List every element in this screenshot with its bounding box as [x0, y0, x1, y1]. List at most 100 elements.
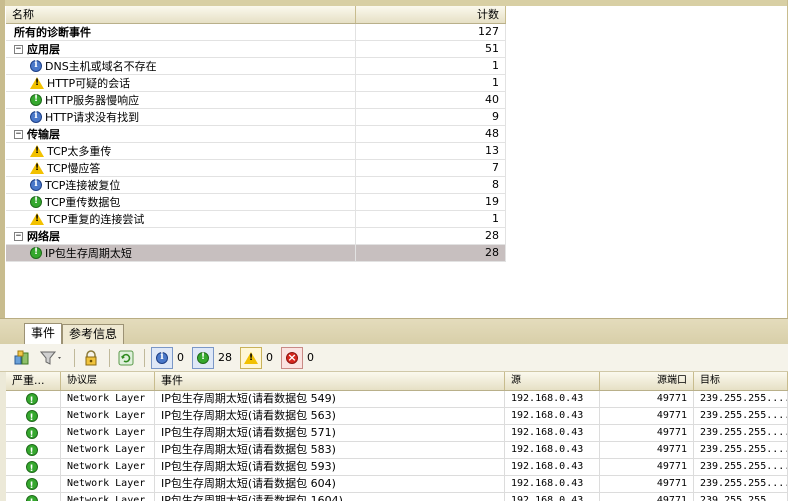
cell-event: IP包生存周期太短(请看数据包 571)	[155, 425, 505, 441]
table-row[interactable]: Network Layer IP包生存周期太短(请看数据包 563) 192.1…	[6, 408, 788, 425]
column-header-event[interactable]: 事件	[155, 372, 505, 390]
cell-protocol: Network Layer	[61, 391, 155, 407]
collapse-toggle[interactable]: −	[14, 129, 23, 139]
toolbar-separator	[144, 348, 145, 367]
tree-row-count: 127	[356, 24, 506, 40]
cell-source-port: 49771	[600, 408, 694, 424]
table-row[interactable]: Network Layer IP包生存周期太短(请看数据包 571) 192.1…	[6, 425, 788, 442]
lock-icon[interactable]	[81, 348, 101, 368]
refresh-icon[interactable]	[116, 348, 136, 368]
tab-events[interactable]: 事件	[24, 323, 63, 345]
layers-icon[interactable]	[12, 348, 32, 368]
tree-row-label: 所有的诊断事件	[14, 26, 91, 39]
table-row[interactable]: Network Layer IP包生存周期太短(请看数据包 583) 192.1…	[6, 442, 788, 459]
tree-row-dns-not-exist[interactable]: DNS主机或域名不存在 1	[6, 58, 506, 75]
tree-row-tcp-reset[interactable]: TCP连接被复位 8	[6, 177, 506, 194]
notice-icon	[25, 393, 38, 407]
column-header-protocol[interactable]: 协议层	[61, 372, 155, 390]
cell-source: 192.168.0.43	[505, 442, 600, 458]
notice-icon	[25, 461, 38, 475]
column-header-destination[interactable]: 目标	[694, 372, 788, 390]
table-row[interactable]: Network Layer IP包生存周期太短(请看数据包 593) 192.1…	[6, 459, 788, 476]
column-header-severity[interactable]: 严重...	[6, 372, 61, 390]
tree-row-count: 1	[356, 58, 506, 74]
cell-source-port: 49771	[600, 476, 694, 492]
tree-row-label: 网络层	[27, 230, 60, 243]
tree-row-tcp-retransmits[interactable]: TCP太多重传 13	[6, 143, 506, 160]
cell-protocol: Network Layer	[61, 459, 155, 475]
tree-row-label: TCP慢应答	[47, 162, 101, 175]
column-header-count[interactable]: 计数	[356, 6, 506, 23]
filter-icon[interactable]	[38, 348, 66, 368]
tree-row-count: 40	[356, 92, 506, 108]
cell-event: IP包生存周期太短(请看数据包 1604)	[155, 493, 505, 501]
tree-row-label: TCP太多重传	[47, 145, 112, 158]
tree-row-network-layer[interactable]: − 网络层 28	[6, 228, 506, 245]
table-row[interactable]: Network Layer IP包生存周期太短(请看数据包 1604) 192.…	[6, 493, 788, 501]
notice-icon	[25, 495, 38, 501]
notice-icon	[25, 444, 38, 458]
cell-protocol: Network Layer	[61, 442, 155, 458]
events-toolbar: 0 28 0 0	[0, 344, 788, 372]
cell-source: 192.168.0.43	[505, 391, 600, 407]
tree-row-count: 7	[356, 160, 506, 176]
tree-header: 名称 计数	[6, 6, 506, 24]
column-header-name[interactable]: 名称	[6, 6, 356, 23]
tree-row-ip-ttl-short[interactable]: IP包生存周期太短 28	[6, 245, 506, 262]
cell-destination: 239.255.255....	[694, 442, 788, 458]
collapse-toggle[interactable]: −	[14, 231, 23, 241]
table-row[interactable]: Network Layer IP包生存周期太短(请看数据包 604) 192.1…	[6, 476, 788, 493]
tree-row-http-slow-response[interactable]: HTTP服务器慢响应 40	[6, 92, 506, 109]
tree-row-count: 1	[356, 211, 506, 227]
tree-row-transport-layer[interactable]: − 传输层 48	[6, 126, 506, 143]
tree-row-count: 28	[356, 245, 506, 261]
tree-row-count: 48	[356, 126, 506, 142]
tree-row-http-suspicious[interactable]: HTTP可疑的会话 1	[6, 75, 506, 92]
info-icon	[30, 60, 42, 72]
tree-row-label: HTTP服务器慢响应	[45, 94, 140, 107]
cell-protocol: Network Layer	[61, 408, 155, 424]
tree-row-count: 1	[356, 75, 506, 91]
events-table-header: 严重... 协议层 事件 源 源端口 目标	[6, 372, 788, 391]
table-row[interactable]: Network Layer IP包生存周期太短(请看数据包 549) 192.1…	[6, 391, 788, 408]
notice-icon	[25, 427, 38, 441]
notice-icon	[30, 247, 42, 259]
events-table: 严重... 协议层 事件 源 源端口 目标 Network Layer IP包生…	[6, 372, 788, 501]
tree-row-label: IP包生存周期太短	[45, 247, 132, 260]
tab-reference[interactable]: 参考信息	[62, 324, 125, 344]
tree-row-count: 51	[356, 41, 506, 57]
notice-icon	[25, 478, 38, 492]
cell-source: 192.168.0.43	[505, 476, 600, 492]
tree-row-count: 28	[356, 228, 506, 244]
diagnosis-summary-panel: 名称 计数 所有的诊断事件 127 −应用层 51 DNS主机或域名不存在 1 …	[0, 0, 788, 318]
info-filter-toggle[interactable]	[151, 346, 173, 369]
tree-row-label: HTTP请求没有找到	[45, 111, 140, 124]
tree-row-tcp-slow-ack[interactable]: TCP慢应答 7	[6, 160, 506, 177]
tree-row-label: 应用层	[27, 43, 60, 56]
error-filter-toggle[interactable]	[281, 346, 303, 369]
tree-row-tcp-retransmitted-packet[interactable]: TCP重传数据包 19	[6, 194, 506, 211]
notice-filter-toggle[interactable]	[192, 346, 214, 369]
tree-row-tcp-duplicate-connect[interactable]: TCP重复的连接尝试 1	[6, 211, 506, 228]
cell-source: 192.168.0.43	[505, 425, 600, 441]
column-header-source[interactable]: 源	[505, 372, 600, 390]
tree-row-http-not-found[interactable]: HTTP请求没有找到 9	[6, 109, 506, 126]
warning-filter-toggle[interactable]	[240, 346, 262, 369]
cell-destination: 239.255.255....	[694, 391, 788, 407]
collapse-toggle[interactable]: −	[14, 44, 23, 54]
warning-icon	[30, 162, 44, 174]
bottom-tab-bar: 事件 参考信息	[0, 318, 788, 345]
cell-source-port: 49771	[600, 391, 694, 407]
tree-row-all-events[interactable]: 所有的诊断事件 127	[6, 24, 506, 41]
cell-source-port: 49771	[600, 442, 694, 458]
toolbar-separator	[109, 348, 110, 367]
cell-source: 192.168.0.43	[505, 408, 600, 424]
column-header-source-port[interactable]: 源端口	[600, 372, 694, 390]
cell-protocol: Network Layer	[61, 493, 155, 501]
diagnosis-tree: 名称 计数 所有的诊断事件 127 −应用层 51 DNS主机或域名不存在 1 …	[6, 6, 506, 262]
tree-row-application-layer[interactable]: − 应用层 51	[6, 41, 506, 58]
tree-row-count: 19	[356, 194, 506, 210]
notice-icon	[30, 94, 42, 106]
cell-destination: 239.255.255....	[694, 493, 788, 501]
tree-row-label: TCP连接被复位	[45, 179, 121, 192]
